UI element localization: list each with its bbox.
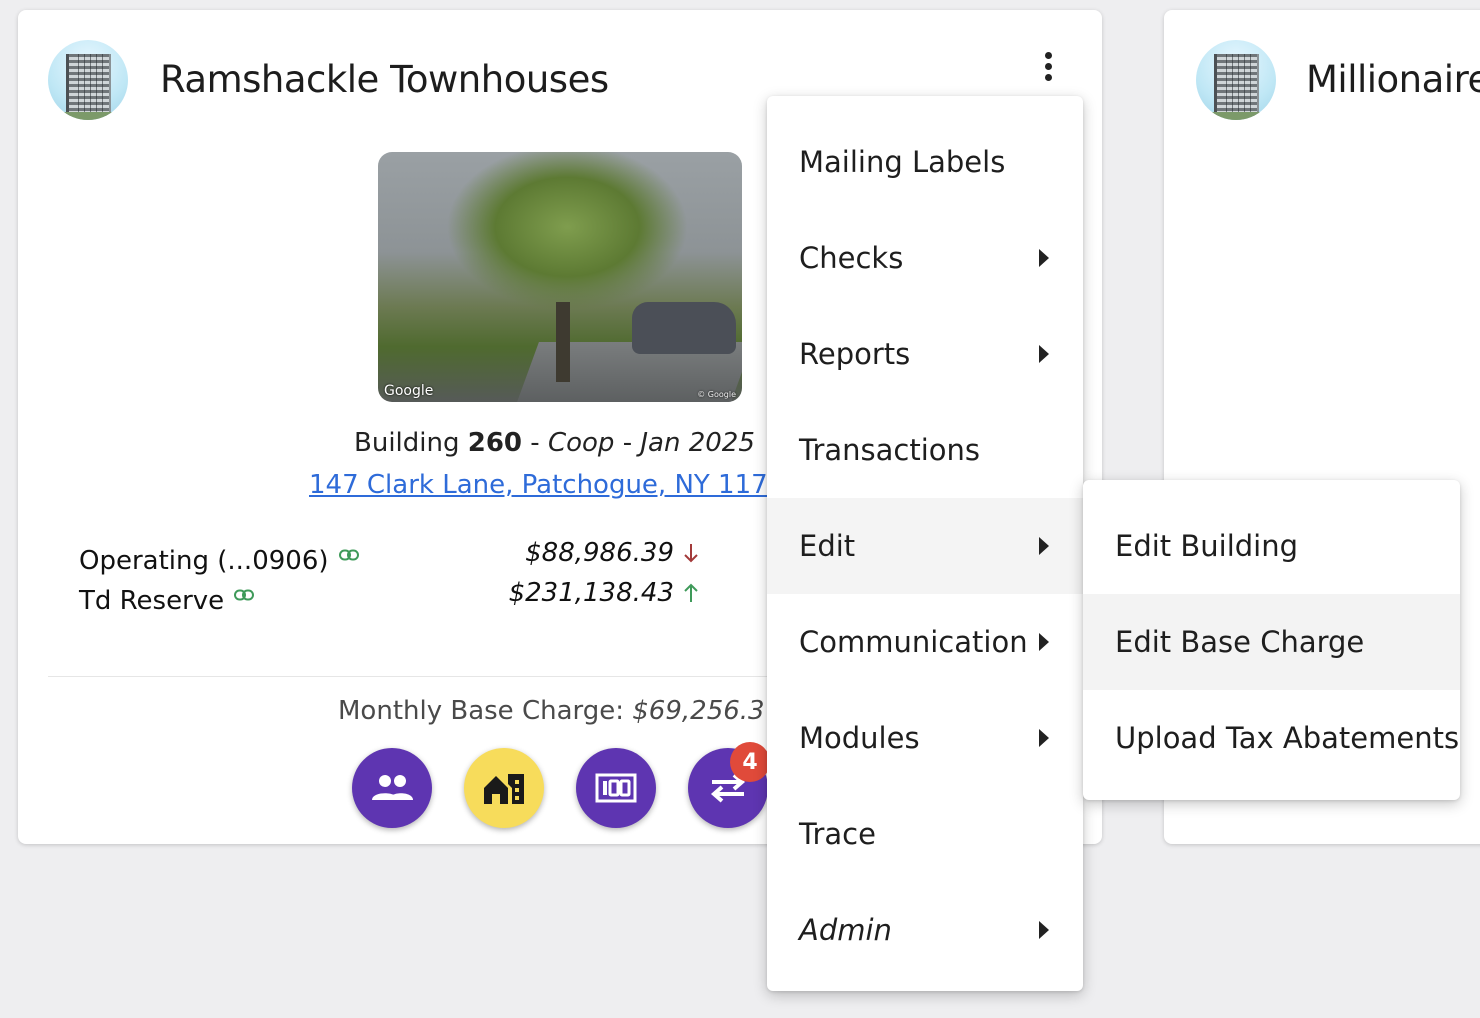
building-icon bbox=[1214, 54, 1259, 116]
menu-item-admin[interactable]: Admin bbox=[767, 882, 1083, 978]
residents-button[interactable] bbox=[352, 748, 432, 828]
trend-down-icon bbox=[682, 542, 700, 569]
caret-right-icon bbox=[1039, 729, 1049, 747]
card-title: Ramshackle Townhouses bbox=[160, 58, 609, 101]
building-info: Building 260 - Coop - Jan 2025 bbox=[354, 428, 755, 458]
menu-item-reports[interactable]: Reports bbox=[767, 306, 1083, 402]
building-icon bbox=[66, 54, 111, 116]
link-icon[interactable] bbox=[234, 578, 255, 608]
address-link[interactable]: 147 Clark Lane, Patchogue, NY 1177 bbox=[309, 470, 784, 500]
google-logo: Google bbox=[384, 383, 434, 399]
menu-item-mailing-labels[interactable]: Mailing Labels bbox=[767, 114, 1083, 210]
account-operating[interactable]: Operating (...0906) bbox=[79, 538, 359, 576]
menu-item-trace[interactable]: Trace bbox=[767, 786, 1083, 882]
building-number: 260 bbox=[467, 428, 523, 458]
units-button[interactable] bbox=[464, 748, 544, 828]
account-td-reserve[interactable]: Td Reserve bbox=[79, 578, 255, 616]
submenu-item-edit-building[interactable]: Edit Building bbox=[1083, 498, 1460, 594]
account-td-reserve-amount: $231,138.43 bbox=[508, 578, 674, 608]
caret-right-icon bbox=[1039, 921, 1049, 939]
menu-item-checks[interactable]: Checks bbox=[767, 210, 1083, 306]
notification-badge: 4 bbox=[730, 742, 770, 782]
card-title: Millionaire bbox=[1306, 58, 1480, 101]
edit-submenu: Edit Building Edit Base Charge Upload Ta… bbox=[1083, 480, 1460, 800]
monthly-base-charge: Monthly Base Charge: $69,256.3 bbox=[338, 696, 765, 726]
link-icon[interactable] bbox=[338, 538, 359, 568]
building-date: Jan 2025 bbox=[640, 428, 755, 458]
menu-item-communication[interactable]: Communication bbox=[767, 594, 1083, 690]
caret-right-icon bbox=[1039, 249, 1049, 267]
menu-item-edit[interactable]: Edit bbox=[767, 498, 1083, 594]
more-vert-icon[interactable] bbox=[1036, 48, 1060, 98]
building-actions-menu: Mailing Labels Checks Reports Transactio… bbox=[767, 96, 1083, 991]
caret-right-icon bbox=[1039, 633, 1049, 651]
trend-up-icon bbox=[682, 582, 700, 609]
caret-right-icon bbox=[1039, 537, 1049, 555]
house-icon bbox=[484, 774, 524, 804]
building-avatar[interactable] bbox=[1196, 40, 1276, 120]
transactions-button[interactable]: 4 bbox=[688, 742, 770, 828]
street-view-photo[interactable]: Google © Google bbox=[378, 152, 742, 402]
counter-100-icon bbox=[595, 773, 637, 803]
account-operating-amount: $88,986.39 bbox=[525, 538, 674, 568]
people-icon bbox=[372, 775, 413, 800]
caret-right-icon bbox=[1039, 345, 1049, 363]
submenu-item-edit-base-charge[interactable]: Edit Base Charge bbox=[1083, 594, 1460, 690]
submenu-item-upload-tax-abatements[interactable]: Upload Tax Abatements bbox=[1083, 690, 1460, 786]
building-type: Coop bbox=[547, 428, 615, 458]
building-avatar[interactable] bbox=[48, 40, 128, 120]
photo-copyright: © Google bbox=[697, 390, 736, 399]
shares-button[interactable] bbox=[576, 748, 656, 828]
menu-item-modules[interactable]: Modules bbox=[767, 690, 1083, 786]
menu-item-transactions[interactable]: Transactions bbox=[767, 402, 1083, 498]
